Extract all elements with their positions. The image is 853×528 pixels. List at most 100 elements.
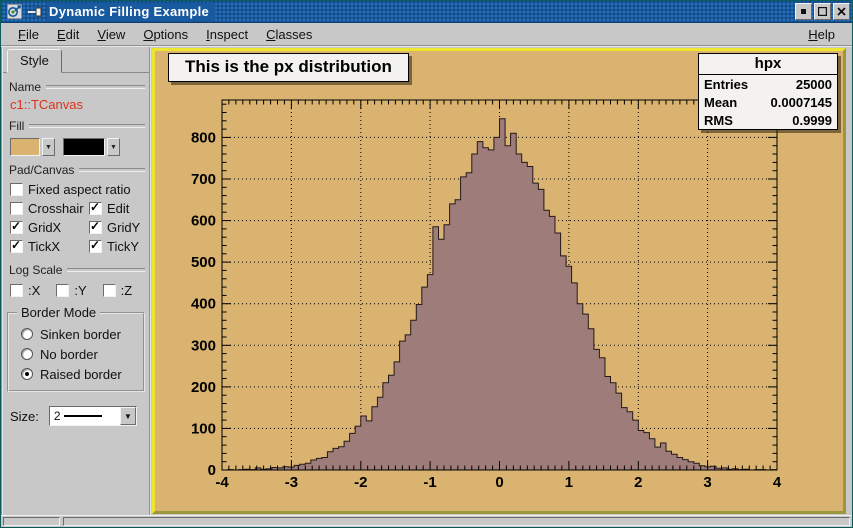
menu-classes[interactable]: Classes <box>257 24 321 45</box>
app-window: Dynamic Filling Example FileEditViewOpti… <box>0 0 853 528</box>
stats-row: Entries25000 <box>699 75 837 93</box>
menu-help[interactable]: Help <box>799 24 844 45</box>
svg-text:3: 3 <box>703 474 711 491</box>
titlebar: Dynamic Filling Example <box>1 1 852 23</box>
svg-text:800: 800 <box>191 129 216 146</box>
checkbox-icon[interactable]: ✓ <box>10 221 23 234</box>
line-size-combobox[interactable]: 2 ▼ <box>49 406 137 426</box>
tcanvas-c1[interactable]: -4-3-2-1012340100200300400500600700800 T… <box>152 48 846 514</box>
menu-file[interactable]: File <box>9 24 48 45</box>
stats-row: Mean0.0007145 <box>699 93 837 111</box>
checkbox-icon[interactable]: ✓ <box>89 202 102 215</box>
svg-text:600: 600 <box>191 213 216 230</box>
size-dropdown-icon[interactable]: ▼ <box>120 407 136 425</box>
checkbox-label: :X <box>28 283 40 298</box>
checkbox-crosshair[interactable]: Crosshair <box>10 201 89 216</box>
checkbox-icon[interactable]: ✓ <box>89 240 102 253</box>
checkbox-label: TickX <box>28 239 60 254</box>
style-editor-panel: Style Name c1::TCanvas Fill ▼ ▼ Pad/Canv… <box>1 47 151 515</box>
border-mode-title: Border Mode <box>17 305 100 320</box>
checkbox-fixed-aspect-ratio[interactable]: Fixed aspect ratio <box>10 182 131 197</box>
checkbox-log-x[interactable]: :X <box>10 283 56 298</box>
svg-text:-4: -4 <box>215 474 229 491</box>
radio-icon[interactable] <box>21 368 33 380</box>
checkbox-icon[interactable]: ✓ <box>10 240 23 253</box>
checkbox-label: :Z <box>121 283 133 298</box>
minimize-button[interactable] <box>795 3 812 20</box>
line-color-swatch[interactable] <box>63 138 105 156</box>
radio-label: Raised border <box>40 367 122 382</box>
fill-section-label: Fill <box>9 119 145 133</box>
checkbox-icon[interactable]: ✓ <box>89 221 102 234</box>
radio-raised-border[interactable]: Raised border <box>17 364 139 384</box>
checkbox-row: Fixed aspect ratio <box>10 180 149 199</box>
main-area: Style Name c1::TCanvas Fill ▼ ▼ Pad/Canv… <box>1 47 852 515</box>
line-color-dropdown-icon[interactable]: ▼ <box>107 138 120 156</box>
histogram-title-pave[interactable]: This is the px distribution <box>168 53 409 82</box>
canvas-container: -4-3-2-1012340100200300400500600700800 T… <box>151 47 852 515</box>
size-label: Size: <box>10 409 39 424</box>
menu-edit[interactable]: Edit <box>48 24 88 45</box>
checkbox-label: GridX <box>28 220 61 235</box>
log-scale-row: :X :Y :Z <box>10 281 149 300</box>
checkbox-label: Fixed aspect ratio <box>28 182 131 197</box>
stats-hist-name: hpx <box>699 54 837 75</box>
radio-no-border[interactable]: No border <box>17 344 139 364</box>
statusbar-cell-right <box>63 517 850 526</box>
checkbox-row: ✓ GridX ✓ GridY <box>10 218 149 237</box>
line-width-preview <box>64 415 102 417</box>
statusbar-cell-left <box>3 517 60 526</box>
fill-row: ▼ ▼ <box>10 138 149 156</box>
log-section-label: Log Scale <box>9 263 145 277</box>
checkbox-gridy[interactable]: ✓ GridY <box>89 220 140 235</box>
menu-options[interactable]: Options <box>134 24 197 45</box>
stats-label: RMS <box>704 113 733 128</box>
stats-pave[interactable]: hpx Entries25000Mean0.0007145 RMS 0.9999 <box>698 53 838 130</box>
radio-icon[interactable] <box>21 328 33 340</box>
stats-value: 0.9999 <box>792 113 832 128</box>
window-title: Dynamic Filling Example <box>47 3 215 21</box>
svg-text:400: 400 <box>191 296 216 313</box>
checkbox-label: :Y <box>74 283 86 298</box>
menu-view[interactable]: View <box>88 24 134 45</box>
checkbox-icon[interactable] <box>10 202 23 215</box>
pin-icon[interactable] <box>27 4 45 20</box>
svg-text:1: 1 <box>565 474 573 491</box>
checkbox-log-z[interactable]: :Z <box>103 283 149 298</box>
checkbox-label: Edit <box>107 201 129 216</box>
fill-color-dropdown-icon[interactable]: ▼ <box>42 138 55 156</box>
close-button[interactable] <box>833 3 850 20</box>
menu-inspect[interactable]: Inspect <box>197 24 257 45</box>
svg-text:2: 2 <box>634 474 642 491</box>
svg-text:0: 0 <box>208 462 216 479</box>
checkbox-label: GridY <box>107 220 140 235</box>
checkbox-icon[interactable] <box>56 284 69 297</box>
size-value: 2 <box>54 409 61 423</box>
tab-style[interactable]: Style <box>7 49 62 73</box>
border-mode-group: Border Mode Sinken borderNo borderRaised… <box>7 312 145 392</box>
svg-text:-2: -2 <box>354 474 367 491</box>
size-row: Size: 2 ▼ <box>10 406 149 426</box>
root-app-icon <box>5 4 23 20</box>
checkbox-icon[interactable] <box>10 183 23 196</box>
checkbox-gridx[interactable]: ✓ GridX <box>10 220 89 235</box>
checkbox-icon[interactable] <box>10 284 23 297</box>
tab-row: Style <box>3 49 149 73</box>
checkbox-edit[interactable]: ✓ Edit <box>89 201 129 216</box>
statusbar <box>1 515 852 527</box>
checkbox-tickx[interactable]: ✓ TickX <box>10 239 89 254</box>
menubar: FileEditViewOptionsInspectClasses Help <box>1 23 852 47</box>
pad-checkbox-grid: Fixed aspect ratio Crosshair ✓ Edit ✓ GridX ✓ G… <box>10 180 149 256</box>
fill-color-swatch[interactable] <box>10 138 40 156</box>
svg-text:0: 0 <box>495 474 503 491</box>
svg-text:700: 700 <box>191 171 216 188</box>
radio-icon[interactable] <box>21 348 33 360</box>
radio-sinken-border[interactable]: Sinken border <box>17 324 139 344</box>
checkbox-log-y[interactable]: :Y <box>56 283 102 298</box>
svg-text:-3: -3 <box>285 474 298 491</box>
checkbox-ticky[interactable]: ✓ TickY <box>89 239 139 254</box>
checkbox-label: TickY <box>107 239 139 254</box>
maximize-button[interactable] <box>814 3 831 20</box>
checkbox-label: Crosshair <box>28 201 84 216</box>
checkbox-icon[interactable] <box>103 284 116 297</box>
